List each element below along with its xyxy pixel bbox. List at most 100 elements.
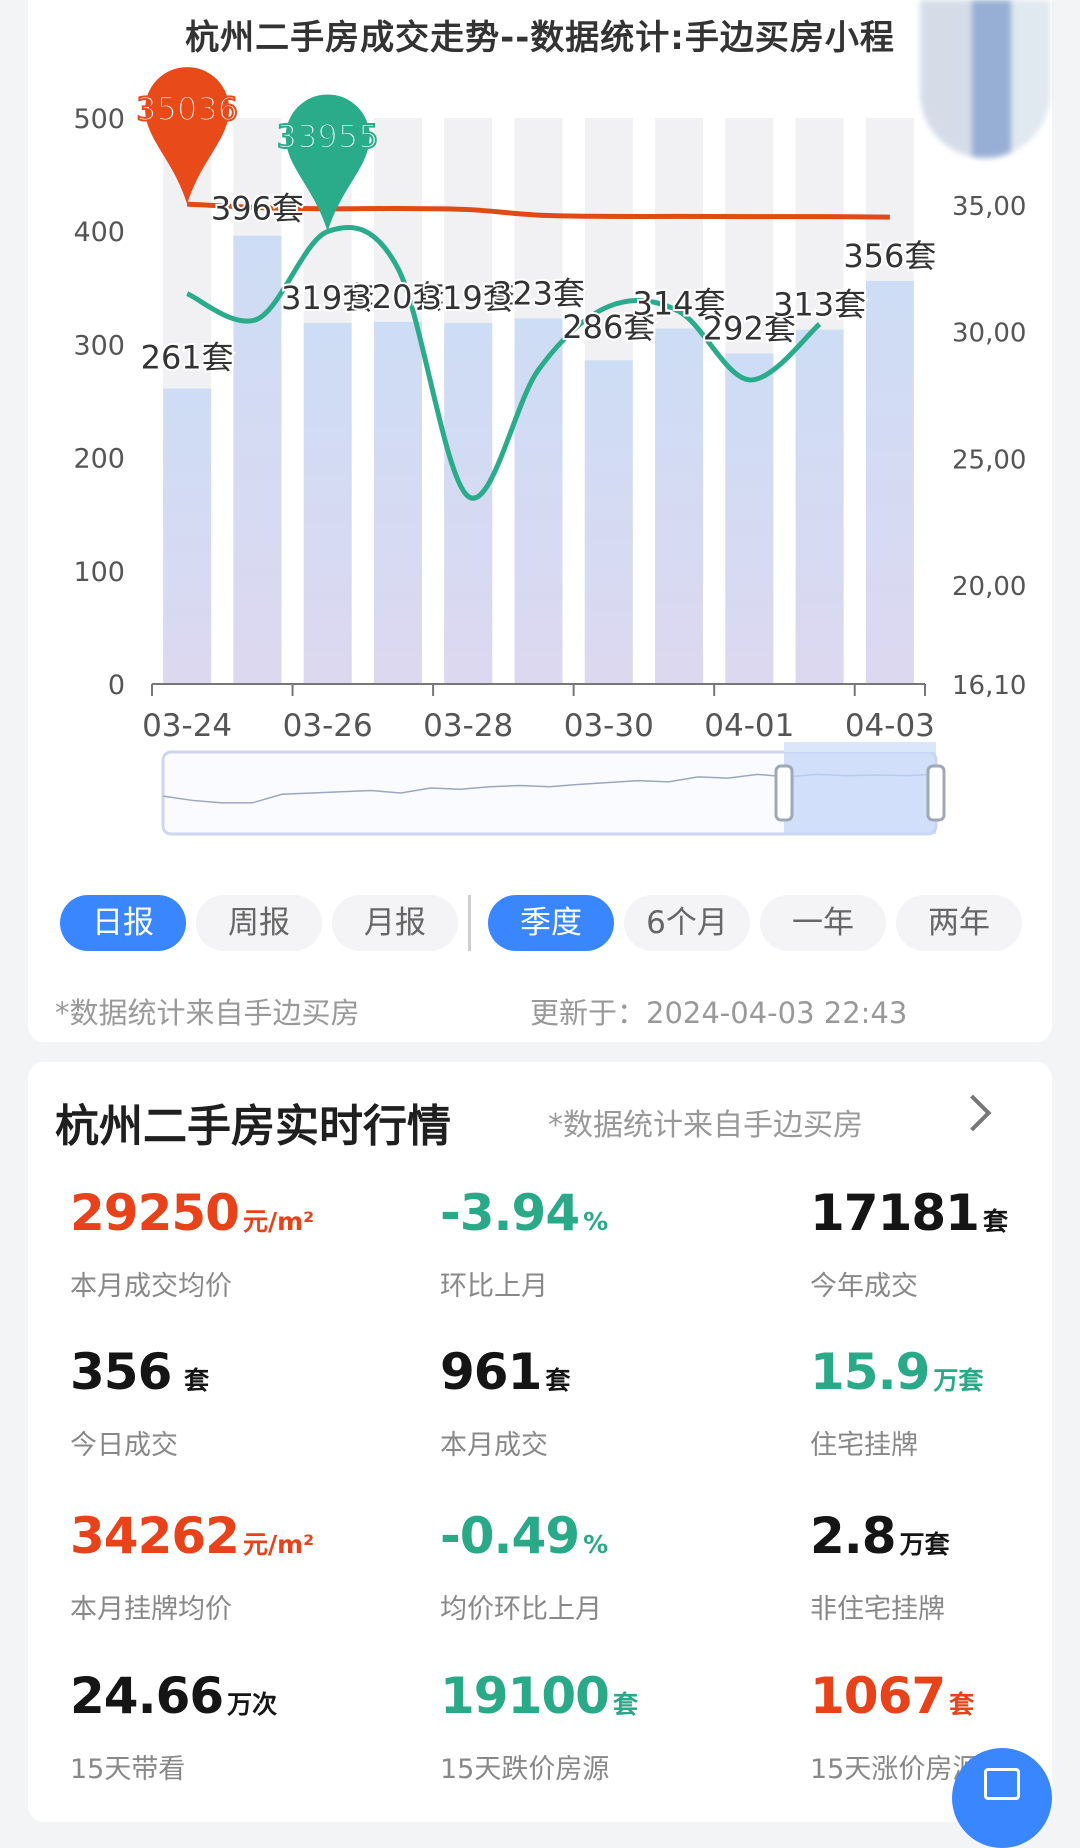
x-tick-label: 04-03 — [845, 708, 935, 744]
market-source-note: *数据统计来自手边买房 — [548, 1108, 863, 1143]
tab-1year[interactable]: 一年 — [760, 895, 886, 951]
tab-quarter[interactable]: 季度 — [488, 895, 614, 951]
stat-number: 15.9 — [810, 1343, 930, 1401]
stat-label: 今年成交 — [810, 1271, 918, 1302]
bar — [865, 281, 914, 684]
stat-label: 本月挂牌均价 — [70, 1594, 232, 1625]
stat-unit: 套 — [982, 1207, 1008, 1236]
tab-6months[interactable]: 6个月 — [624, 895, 750, 951]
stat-unit: 万次 — [227, 1690, 278, 1719]
stat-value: -0.49% — [440, 1508, 770, 1573]
stat-value: 24.66 万次 — [70, 1668, 400, 1733]
bar-value-label: 323套 — [492, 274, 585, 312]
transaction-trend-chart: 500 400 300 200 100 0 35,00 30,00 25,00 20,00 16,1… — [73, 67, 1026, 836]
bar — [795, 329, 844, 684]
bar-value-label: 356套 — [843, 237, 936, 275]
bar-value-label: 396套 — [211, 190, 304, 228]
stat-number: 961 — [440, 1343, 542, 1401]
bar — [444, 322, 493, 684]
stat-value: 15.9 万套 — [810, 1344, 1080, 1409]
share-icon — [984, 1768, 1020, 1800]
stat-value: 19100 套 — [440, 1668, 770, 1733]
stat-number: 2.8 — [810, 1507, 897, 1565]
stat-unit: % — [583, 1207, 609, 1236]
stat-item: 29250 元/m² 本月成交均价 — [70, 1185, 400, 1303]
stat-number: 356 — [70, 1343, 172, 1401]
stat-item: 356 套今日成交 — [70, 1344, 400, 1462]
y-left-tick: 200 — [73, 444, 125, 475]
stat-number: 17181 — [810, 1184, 980, 1242]
x-tick-label: 03-30 — [564, 708, 654, 744]
marker-pin — [145, 67, 230, 205]
stat-value: 17181 套 — [810, 1185, 1080, 1250]
bar — [163, 388, 212, 684]
stat-value: 29250 元/m² — [70, 1185, 400, 1250]
stat-label: 本月成交均价 — [70, 1271, 232, 1302]
stat-value: 2.8 万套 — [810, 1508, 1080, 1573]
blurred-avatar — [920, 0, 1050, 158]
stat-label: 本月成交 — [440, 1430, 548, 1461]
deal-price-line — [186, 224, 822, 501]
x-tick-label: 04-01 — [704, 708, 794, 744]
market-title: 杭州二手房实时行情 — [55, 1101, 451, 1152]
tab-divider — [468, 895, 471, 951]
stat-item: 2.8 万套非住宅挂牌 — [810, 1508, 1080, 1626]
stat-unit: 套 — [949, 1690, 975, 1719]
y-right-tick: 30,00 — [952, 319, 1026, 349]
stat-label: 15天跌价房源 — [440, 1754, 610, 1785]
stat-number: 34262 — [70, 1507, 240, 1565]
zoom-slider-handle-right — [926, 764, 946, 822]
stat-number: 1067 — [810, 1667, 946, 1725]
y-right-tick: 16,10 — [952, 671, 1026, 701]
y-left-tick: 400 — [73, 217, 125, 248]
stat-label: 15天带看 — [70, 1754, 186, 1785]
stat-value: 356 套 — [70, 1344, 400, 1409]
y-left-tick: 300 — [73, 330, 125, 361]
y-right-tick: 25,00 — [952, 445, 1026, 475]
bar — [303, 322, 352, 684]
y-left-tick: 100 — [73, 557, 125, 588]
stat-value: 961 套 — [440, 1344, 770, 1409]
stat-unit: 万套 — [899, 1530, 950, 1559]
stat-unit: 万套 — [933, 1366, 984, 1395]
stat-label: 均价环比上月 — [440, 1594, 602, 1625]
zoom-slider-selection — [784, 752, 936, 834]
stat-unit: 元/m² — [242, 1207, 315, 1236]
stat-label: 今日成交 — [70, 1430, 178, 1461]
stat-number: -3.94 — [440, 1184, 580, 1242]
stat-number: 24.66 — [70, 1667, 224, 1725]
stat-number: -0.49 — [440, 1507, 580, 1565]
stat-value: -3.94% — [440, 1185, 770, 1250]
bar — [655, 328, 704, 684]
stat-label: 非住宅挂牌 — [810, 1594, 945, 1625]
chart-title: 杭州二手房成交走势--数据统计:手边买房小程 — [185, 18, 895, 58]
tab-weekly[interactable]: 周报 — [196, 895, 322, 951]
stat-unit: % — [583, 1530, 609, 1559]
x-tick-label: 03-28 — [423, 708, 513, 744]
tab-daily[interactable]: 日报 — [60, 895, 186, 951]
stat-unit: 元/m² — [242, 1530, 315, 1559]
updated-time: 更新于：2024-04-03 22:43 — [530, 996, 908, 1030]
bar — [584, 360, 633, 684]
stat-number: 29250 — [70, 1184, 240, 1242]
bar — [373, 321, 422, 684]
stat-item: 15.9 万套住宅挂牌 — [810, 1344, 1080, 1462]
x-tick-label: 03-24 — [142, 708, 232, 744]
marker-label: 35036 — [136, 90, 238, 128]
stat-item: 34262 元/m² 本月挂牌均价 — [70, 1508, 400, 1626]
bar-value-label: 313套 — [773, 286, 866, 324]
stat-item: 961 套本月成交 — [440, 1344, 770, 1462]
tab-monthly[interactable]: 月报 — [332, 895, 458, 951]
stat-unit: 套 — [175, 1366, 210, 1395]
tab-2years[interactable]: 两年 — [896, 895, 1022, 951]
stat-label: 环比上月 — [440, 1271, 548, 1302]
chart-source-note: *数据统计来自手边买房 — [55, 996, 360, 1030]
stat-item: 24.66 万次 15天带看 — [70, 1668, 400, 1786]
x-tick-label: 03-26 — [283, 708, 373, 744]
y-right-tick: 20,00 — [952, 572, 1026, 602]
stat-number: 19100 — [440, 1667, 610, 1725]
stat-item: 17181 套今年成交 — [810, 1185, 1080, 1303]
stat-label: 住宅挂牌 — [810, 1430, 918, 1461]
marker-label: 33955 — [277, 117, 379, 155]
stat-item: 19100 套 15天跌价房源 — [440, 1668, 770, 1786]
